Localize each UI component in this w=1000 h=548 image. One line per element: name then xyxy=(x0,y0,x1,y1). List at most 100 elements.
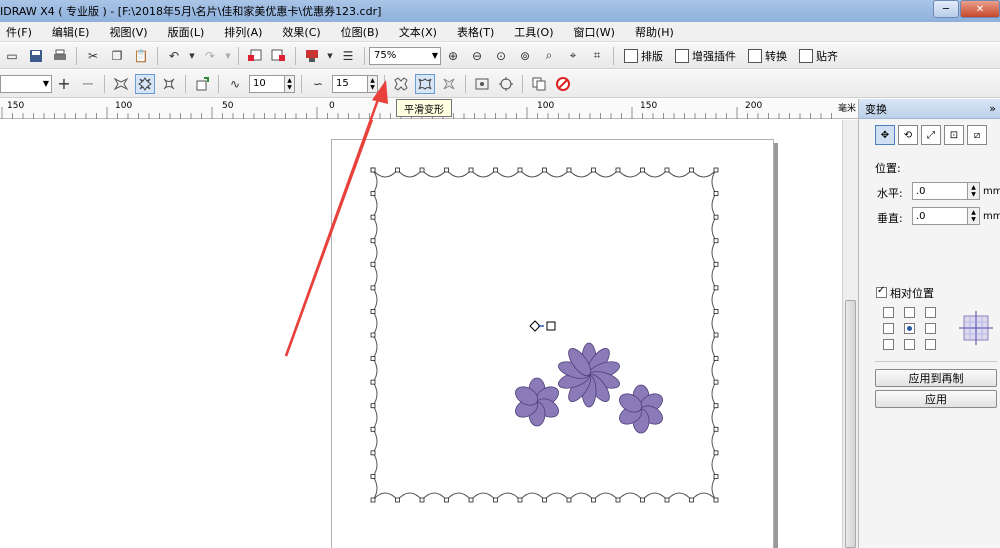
node-handle[interactable] xyxy=(591,167,596,173)
amplitude-field[interactable]: 10 xyxy=(249,74,285,93)
zoom-width-icon[interactable]: ⌖ xyxy=(563,46,583,66)
menu-table[interactable]: 表格(T) xyxy=(451,24,500,40)
node-handle[interactable] xyxy=(517,167,523,173)
anchor-center[interactable] xyxy=(904,323,915,334)
flower-small-right[interactable] xyxy=(616,384,666,434)
frequency-field[interactable]: 15 xyxy=(332,74,368,93)
flower-small-left[interactable] xyxy=(512,377,562,427)
node-handle[interactable] xyxy=(542,167,547,173)
vertical-spinner[interactable]: ▲ ▼ xyxy=(968,207,980,225)
node-handle[interactable] xyxy=(370,238,376,244)
anchor-bottom-center[interactable] xyxy=(904,339,915,350)
node-handle[interactable] xyxy=(640,497,645,503)
node-handle[interactable] xyxy=(493,497,498,503)
snap-button[interactable]: 贴齐 xyxy=(799,48,838,64)
node-handle[interactable] xyxy=(713,332,719,338)
horizontal-spinner[interactable]: ▲ ▼ xyxy=(968,182,980,200)
vertical-position-field[interactable]: .0 xyxy=(912,207,968,225)
smooth-distortion-icon[interactable] xyxy=(415,73,435,94)
node-handle[interactable] xyxy=(370,474,376,479)
print-icon[interactable] xyxy=(50,46,70,66)
position-mode-icon[interactable]: ✥ xyxy=(875,125,895,145)
node-handle[interactable] xyxy=(542,497,547,503)
node-handle[interactable] xyxy=(395,497,400,503)
skew-mode-icon[interactable]: ⧄ xyxy=(967,125,987,145)
drawing-canvas[interactable] xyxy=(0,120,842,548)
save-icon[interactable] xyxy=(26,46,46,66)
zoom-page-icon[interactable]: ⌕ xyxy=(539,46,559,66)
welcome-screen-icon[interactable]: ☰ xyxy=(338,46,358,66)
node-handle[interactable] xyxy=(713,403,719,409)
wavy-frame[interactable] xyxy=(370,167,719,503)
node-handle[interactable] xyxy=(370,285,376,291)
menu-help[interactable]: 帮助(H) xyxy=(629,24,680,40)
node-handle[interactable] xyxy=(713,474,719,479)
node-handle[interactable] xyxy=(713,450,719,456)
anchor-middle-right[interactable] xyxy=(925,323,936,334)
node-handle[interactable] xyxy=(664,167,670,173)
node-handle[interactable] xyxy=(713,191,719,196)
node-handle[interactable] xyxy=(713,214,719,220)
frequency-spinner[interactable]: 15 ▲ ▼ xyxy=(332,74,378,93)
anchor-bottom-left[interactable] xyxy=(883,339,894,350)
node-handle[interactable] xyxy=(713,167,719,173)
zoom-level-select[interactable]: 75% ▼ xyxy=(369,46,441,65)
enhanced-plugin-button[interactable]: 增强插件 xyxy=(675,48,736,64)
node-handle[interactable] xyxy=(468,167,474,173)
node-handle[interactable] xyxy=(713,238,719,244)
close-button[interactable]: ✕ xyxy=(960,0,1000,18)
zoom-all-objects-icon[interactable]: ⊚ xyxy=(515,46,535,66)
selection-mode-select[interactable]: ▼ xyxy=(0,74,52,93)
node-handle[interactable] xyxy=(566,497,572,503)
node-handle[interactable] xyxy=(419,497,425,503)
node-handle[interactable] xyxy=(370,261,376,267)
node-handle[interactable] xyxy=(640,167,645,173)
zoom-selected-icon[interactable]: ⊙ xyxy=(491,46,511,66)
node-handle[interactable] xyxy=(517,497,523,503)
random-distortion-icon[interactable] xyxy=(391,74,411,94)
node-handle[interactable] xyxy=(370,214,376,220)
vertical-scrollbar[interactable] xyxy=(842,120,858,548)
menu-layout[interactable]: 版面(L) xyxy=(162,24,211,40)
center-marker[interactable] xyxy=(529,320,556,332)
menu-tools[interactable]: 工具(O) xyxy=(508,24,559,40)
export-icon[interactable] xyxy=(269,46,289,66)
node-handle[interactable] xyxy=(713,356,719,361)
open-icon[interactable]: ▭ xyxy=(2,46,22,66)
copy-icon[interactable]: ❐ xyxy=(107,46,127,66)
add-node-icon[interactable]: + xyxy=(54,74,74,94)
spinner-arrows[interactable]: ▲ ▼ xyxy=(368,74,378,93)
chevron-down-icon[interactable]: ▼ xyxy=(326,46,334,66)
anchor-top-left[interactable] xyxy=(883,307,894,318)
scale-mode-icon[interactable]: ⤢ xyxy=(921,125,941,145)
clear-distortion-icon[interactable] xyxy=(496,74,516,94)
node-handle[interactable] xyxy=(713,379,719,385)
node-handle[interactable] xyxy=(395,167,400,173)
rotate-mode-icon[interactable]: ⟲ xyxy=(898,125,918,145)
menu-bitmaps[interactable]: 位图(B) xyxy=(335,24,385,40)
undo-icon[interactable]: ↶ xyxy=(164,46,184,66)
node-handle[interactable] xyxy=(615,497,621,503)
amplitude-spinner[interactable]: 10 ▲ ▼ xyxy=(249,74,295,93)
menu-file[interactable]: 件(F) xyxy=(0,24,38,40)
menu-text[interactable]: 文本(X) xyxy=(393,24,443,40)
node-handle[interactable] xyxy=(370,191,376,196)
local-distortion-icon[interactable] xyxy=(439,74,459,94)
cut-icon[interactable]: ✂ xyxy=(83,46,103,66)
anchor-top-right[interactable] xyxy=(925,307,936,318)
anchor-middle-left[interactable] xyxy=(883,323,894,334)
import-icon[interactable] xyxy=(245,46,265,66)
node-handle[interactable] xyxy=(713,261,719,267)
scrollbar-thumb[interactable] xyxy=(845,300,856,548)
node-handle[interactable] xyxy=(713,309,719,314)
collapse-docker-icon[interactable]: » xyxy=(989,102,996,115)
chevron-down-icon[interactable]: ▼ xyxy=(188,46,196,66)
apply-button[interactable]: 应用 xyxy=(875,390,997,408)
paste-icon[interactable]: 📋 xyxy=(131,46,151,66)
node-handle[interactable] xyxy=(444,497,449,503)
node-handle[interactable] xyxy=(370,450,376,456)
node-handle[interactable] xyxy=(713,497,719,503)
minimize-button[interactable]: ─ xyxy=(933,0,959,18)
wavy-frame-outline[interactable] xyxy=(372,169,717,501)
add-distortion-icon[interactable] xyxy=(192,74,212,94)
